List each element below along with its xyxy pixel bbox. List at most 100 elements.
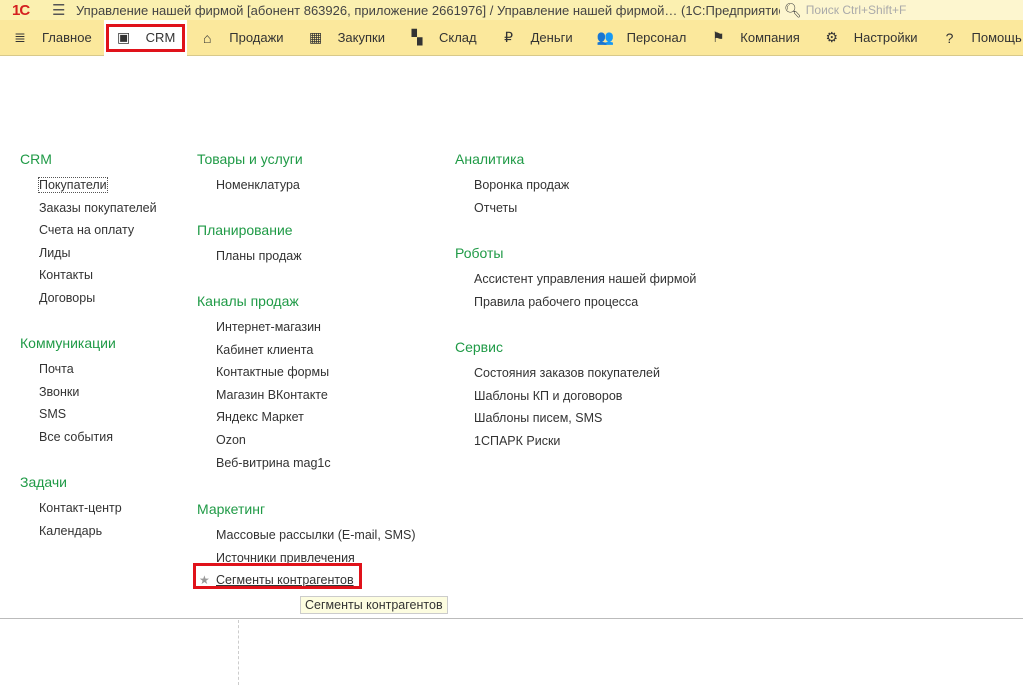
nav-link[interactable]: Шаблоны писем, SMS <box>474 410 660 433</box>
nav-link[interactable]: SMS <box>39 406 116 429</box>
group: Товары и услуги Номенклатура <box>197 150 303 200</box>
tab-1[interactable]: ▣ CRM <box>103 19 188 56</box>
link-label: Состояния заказов покупателей <box>474 366 660 380</box>
group-heading: Сервис <box>455 339 503 355</box>
flag-icon: ⚑ <box>712 29 725 45</box>
group-heading: Товары и услуги <box>197 151 303 167</box>
link-label: Шаблоны писем, SMS <box>474 411 603 426</box>
tab-3[interactable]: ▦ Закупки <box>296 20 397 56</box>
nav-link[interactable]: Счета на оплату <box>39 222 157 245</box>
nav-link[interactable]: Магазин ВКонтакте <box>216 387 331 410</box>
tab-5[interactable]: ₽ Деньги <box>489 20 585 56</box>
link-label: Интернет-магазин <box>216 320 321 334</box>
nav-link[interactable]: Контакты <box>39 267 157 290</box>
section-toolbar: ≣ Главное ▣ CRM ⌂ Продажи ▦ Закупки ▚ Склад ₽ Деньг… <box>0 19 1023 56</box>
link-label: Счета на оплату <box>39 223 135 238</box>
link-label: Заказы покупателей <box>39 200 157 215</box>
highlight-box <box>193 563 362 589</box>
tab-6[interactable]: 👥 Персонал <box>585 20 699 56</box>
group-heading: Каналы продаж <box>197 293 299 309</box>
group-heading: Задачи <box>20 474 68 490</box>
nav-link[interactable]: Воронка продаж <box>474 177 569 200</box>
nav-link[interactable]: Кабинет клиента <box>216 342 331 365</box>
search-input[interactable]: 🔍︎ Поиск Ctrl+Shift+F <box>780 0 1023 20</box>
link-label: Контактные формы <box>216 365 330 380</box>
nav-link[interactable]: Ozon <box>216 432 331 455</box>
nav-link[interactable]: Отчеты <box>474 200 569 223</box>
nav-link[interactable]: Звонки <box>39 384 116 407</box>
tab-7[interactable]: ⚑ Компания <box>698 20 812 56</box>
nav-link[interactable]: Договоры <box>39 290 157 313</box>
link-label: Звонки <box>39 384 80 399</box>
tab-label: Персонал <box>626 30 687 45</box>
link-label: 1СПАРК Риски <box>474 433 561 448</box>
group-heading: CRM <box>20 151 52 167</box>
tab-label: Настройки <box>853 30 918 45</box>
tab-0[interactable]: ≣ Главное <box>0 20 104 56</box>
nav-link[interactable]: Веб-витрина mag1c <box>216 455 331 478</box>
group: CRM Покупатели Заказы покупателей Счета на … <box>20 150 157 313</box>
nav-link[interactable]: Календарь <box>39 523 122 546</box>
nav-link[interactable]: Все события <box>39 429 116 452</box>
group: Коммуникации Почта Звонки SMS Все события <box>20 334 116 451</box>
group-heading: Роботы <box>455 245 504 261</box>
people-icon: 👥 <box>596 29 615 45</box>
group: Задачи Контакт-центр Календарь <box>20 473 122 545</box>
hamburger-menu-icon[interactable]: ☰ <box>52 1 66 19</box>
link-label: Шаблоны КП и договоров <box>474 388 623 403</box>
nav-link[interactable]: Интернет-магазин <box>216 319 331 342</box>
nav-link[interactable]: Заказы покупателей <box>39 200 157 223</box>
ruble-icon: ₽ <box>504 29 514 45</box>
tab-8[interactable]: ⚙ Настройки <box>812 20 930 56</box>
link-label: Почта <box>39 362 74 376</box>
nav-link[interactable]: Почта <box>39 361 116 384</box>
nav-link[interactable]: Номенклатура <box>216 177 303 200</box>
title-bar: 1С ☰ Управление нашей фирмой [абонент 86… <box>0 0 1023 20</box>
link-label: Контакты <box>39 268 93 283</box>
search-icon: 🔍︎ <box>784 1 802 18</box>
nav-link[interactable]: Контакт-центр <box>39 500 122 523</box>
crm-card-icon: ▣ <box>117 29 131 45</box>
window-title: Управление нашей фирмой [абонент 863926,… <box>76 2 790 18</box>
nav-link[interactable]: Покупатели <box>38 177 157 200</box>
group: Планирование Планы продаж <box>197 221 302 271</box>
tab-2[interactable]: ⌂ Продажи <box>187 20 295 56</box>
warehouse-icon: ▚ <box>411 29 423 45</box>
1c-logo: 1С <box>12 1 30 19</box>
tab-4[interactable]: ▚ Склад <box>397 20 489 56</box>
group: Каналы продаж Интернет-магазин Кабинет кли… <box>197 292 331 477</box>
link-label: Календарь <box>39 523 103 538</box>
group: Роботы Ассистент управления нашей фирмой П… <box>455 244 696 316</box>
link-label: Лиды <box>39 245 71 260</box>
tooltip: Сегменты контрагентов <box>300 596 448 614</box>
menu-icon: ≣ <box>14 29 26 45</box>
help-icon: ? <box>945 29 954 46</box>
nav-link[interactable]: 1СПАРК Риски <box>474 433 660 456</box>
gear-icon: ⚙ <box>825 29 839 45</box>
nav-link[interactable]: Массовые рассылки (E-mail, SMS) <box>216 527 416 550</box>
nav-link[interactable]: Состояния заказов покупателей <box>474 365 660 388</box>
link-label: Массовые рассылки (E-mail, SMS) <box>216 528 416 542</box>
nav-link[interactable]: Планы продаж <box>216 248 302 271</box>
tab-label: Продажи <box>229 30 284 45</box>
link-label: Яндекс Маркет <box>216 410 304 425</box>
tab-label: Закупки <box>337 30 385 45</box>
link-label: Правила рабочего процесса <box>474 294 639 309</box>
link-label: Ozon <box>216 432 246 447</box>
nav-link[interactable]: Контактные формы <box>216 364 331 387</box>
link-label: Номенклатура <box>216 178 300 192</box>
group-heading: Маркетинг <box>197 501 266 517</box>
nav-link[interactable]: Правила рабочего процесса <box>474 294 696 317</box>
link-label: Веб-витрина mag1c <box>216 455 331 470</box>
tab-label: Склад <box>438 30 477 45</box>
nav-link[interactable]: Ассистент управления нашей фирмой <box>474 271 696 294</box>
tab-9[interactable]: ? Помощь <box>930 20 1023 56</box>
divider <box>238 620 239 685</box>
group-heading: Аналитика <box>455 151 525 167</box>
group-heading: Планирование <box>197 222 293 238</box>
link-label: Покупатели <box>38 177 108 193</box>
tab-label: Деньги <box>530 30 573 45</box>
nav-link[interactable]: Шаблоны КП и договоров <box>474 388 660 411</box>
nav-link[interactable]: Лиды <box>39 245 157 268</box>
nav-link[interactable]: Яндекс Маркет <box>216 409 331 432</box>
